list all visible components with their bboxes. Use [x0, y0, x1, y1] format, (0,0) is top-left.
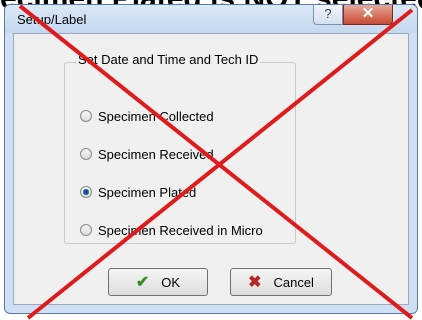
cancel-button[interactable]: ✖ Cancel: [230, 268, 332, 296]
radio-label: Specimen Received: [98, 146, 214, 162]
x-cancel-icon: ✖: [248, 274, 262, 291]
radio-button-selected-icon[interactable]: [80, 186, 92, 198]
window-title: Setup/Label: [17, 12, 87, 27]
radio-specimen-collected[interactable]: Specimen Collected: [80, 107, 214, 125]
group-legend: Set Date and Time and Tech ID: [76, 52, 261, 67]
radio-label: Specimen Collected: [98, 108, 214, 124]
checkmark-icon: ✔: [135, 274, 150, 291]
radio-specimen-received-in-micro[interactable]: Specimen Received in Micro: [80, 221, 263, 239]
ok-button[interactable]: ✔ OK: [108, 268, 208, 296]
radio-button-icon[interactable]: [80, 110, 92, 122]
ok-button-label: OK: [161, 274, 181, 290]
radio-label: Specimen Plated: [98, 184, 197, 200]
radio-button-icon[interactable]: [80, 224, 92, 236]
radio-label: Specimen Received in Micro: [98, 222, 263, 238]
radio-button-icon[interactable]: [80, 148, 92, 160]
title-bar[interactable]: Setup/Label ? ✕: [5, 5, 417, 33]
radio-specimen-received[interactable]: Specimen Received: [80, 145, 214, 163]
cancel-button-label: Cancel: [273, 274, 314, 290]
radio-specimen-plated[interactable]: Specimen Plated: [80, 183, 196, 201]
help-button[interactable]: ?: [313, 5, 343, 25]
close-button[interactable]: ✕: [343, 5, 393, 25]
